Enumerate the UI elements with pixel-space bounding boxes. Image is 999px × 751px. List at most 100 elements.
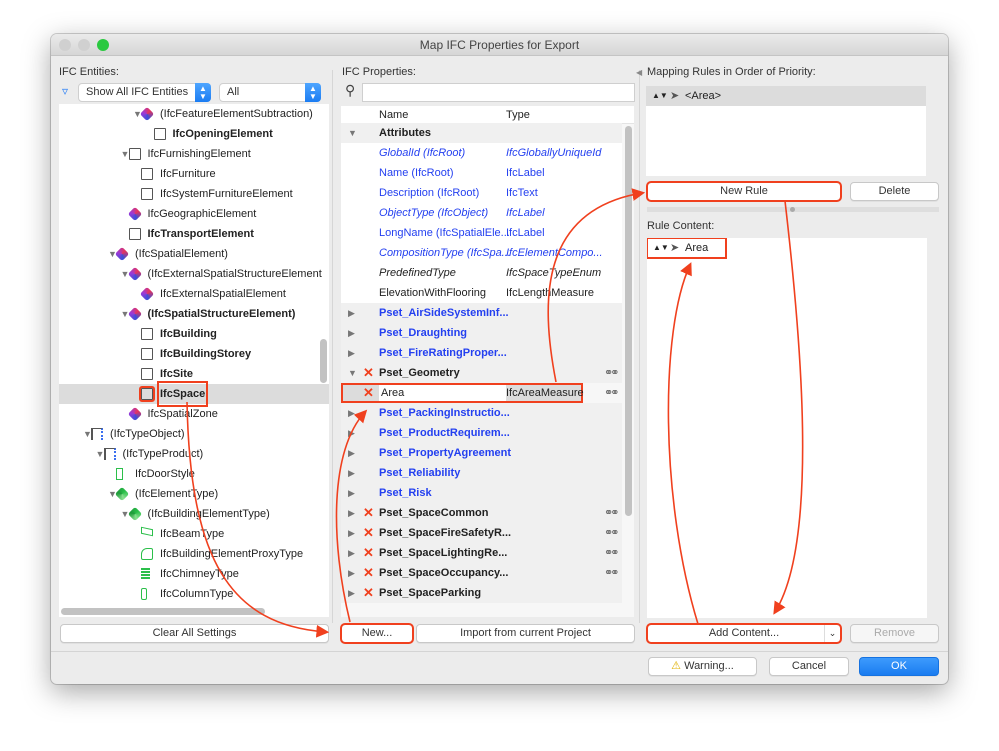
expand-arrow-icon[interactable]: ▶	[348, 563, 355, 583]
tree-item[interactable]: IfcSpatialZone	[59, 404, 329, 424]
entity-filter-select[interactable]: Show All IFC Entities ▲ ▼	[78, 83, 211, 102]
tree-item[interactable]: IfcExternalSpatialElement	[59, 284, 329, 304]
property-group-row[interactable]: ▶ ✕ Pset_SpaceLightingRe... ⚭⚭	[341, 543, 622, 563]
expand-arrow-icon[interactable]: ▶	[348, 463, 355, 483]
column-header-name[interactable]: Name	[379, 109, 408, 121]
property-row[interactable]: PredefinedType IfcSpaceTypeEnum	[341, 263, 622, 283]
tree-item[interactable]: IfcGeographicElement	[59, 204, 329, 224]
ifc-entity-tree[interactable]: ▼ (IfcFeatureElementSubtraction) IfcOpenin…	[59, 104, 329, 617]
property-group-row[interactable]: ▶ Pset_AirSideSystemInf...	[341, 303, 622, 323]
tree-item[interactable]: IfcFurniture	[59, 164, 329, 184]
tree-item[interactable]: IfcSpace	[59, 381, 329, 407]
collapse-arrow-icon[interactable]: ◀	[636, 68, 642, 77]
property-group-row[interactable]: ▶ Pset_FireRatingProper...	[341, 343, 622, 363]
rule-content-item[interactable]: ▲▼ ➤ Area	[647, 238, 727, 259]
tree-item[interactable]: IfcOpeningElement	[59, 124, 329, 144]
delete-x-icon[interactable]: ✕	[363, 363, 374, 383]
collapse-arrow-icon[interactable]: ▼	[348, 363, 357, 383]
zoom-window-button[interactable]	[97, 39, 109, 51]
entity-scope-select[interactable]: All ▲ ▼	[219, 83, 321, 102]
tree-horizontal-scrollbar[interactable]	[61, 608, 265, 615]
property-group-row[interactable]: ▼ Attributes	[341, 123, 622, 143]
delete-x-icon[interactable]: ✕	[363, 543, 374, 563]
property-search-input[interactable]	[362, 83, 635, 102]
new-property-button[interactable]: New...	[340, 623, 414, 644]
tree-item[interactable]: IfcTransportElement	[59, 224, 329, 244]
import-from-project-button[interactable]: Import from current Project	[416, 624, 635, 643]
cancel-button[interactable]: Cancel	[769, 657, 849, 676]
expand-arrow-icon[interactable]: ▶	[348, 503, 355, 523]
expand-arrow-icon[interactable]: ▶	[348, 543, 355, 563]
expand-arrow-icon[interactable]: ▶	[348, 443, 355, 463]
tree-item[interactable]: ▼ (IfcElementType)	[59, 484, 329, 504]
column-header-type[interactable]: Type	[506, 109, 530, 121]
tree-vertical-scrollbar[interactable]	[320, 339, 327, 383]
property-group-row[interactable]: ▶ Pset_Reliability	[341, 463, 622, 483]
tree-item[interactable]: IfcSystemFurnitureElement	[59, 184, 329, 204]
tree-item[interactable]: ▼ (IfcSpatialElement)	[59, 244, 329, 264]
tree-item[interactable]: ▼ IfcFurnishingElement	[59, 144, 329, 164]
delete-x-icon[interactable]: ✕	[363, 583, 374, 603]
tree-item[interactable]: ▼ (IfcSpatialStructureElement)	[59, 304, 329, 324]
expand-arrow-icon[interactable]: ▶	[348, 583, 355, 603]
property-vertical-scrollbar[interactable]	[625, 126, 632, 516]
property-row[interactable]: ✕ Area IfcAreaMeasure ⚭⚭	[341, 383, 620, 403]
property-group-row[interactable]: ▼ ✕ Pset_Geometry ⚭⚭	[341, 363, 622, 383]
tree-item[interactable]: IfcColumnType	[59, 584, 329, 604]
rules-splitter[interactable]	[647, 207, 939, 212]
expand-arrow-icon[interactable]: ▶	[348, 323, 355, 343]
tree-item[interactable]: IfcBuildingStorey	[59, 344, 329, 364]
tree-item[interactable]: IfcBeamType	[59, 524, 329, 544]
new-rule-button[interactable]: New Rule	[646, 181, 842, 202]
collapse-arrow-icon[interactable]: ▼	[348, 123, 357, 143]
tree-item[interactable]: ▼ (IfcBuildingElementType)	[59, 504, 329, 524]
property-group-row[interactable]: ▶ Pset_PropertyAgreement	[341, 443, 622, 463]
tree-item[interactable]: ▼ (IfcFeatureElementSubtraction)	[59, 104, 329, 124]
add-content-button[interactable]: Add Content... ⌄	[646, 623, 842, 644]
delete-x-icon[interactable]: ✕	[363, 383, 374, 403]
tree-item[interactable]: IfcBuildingElementProxyType	[59, 544, 329, 564]
expand-arrow-icon[interactable]: ▶	[348, 403, 355, 423]
property-group-row[interactable]: ▶ Pset_Risk	[341, 483, 622, 503]
expand-arrow-icon[interactable]: ▶	[348, 483, 355, 503]
expand-arrow-icon[interactable]: ▶	[348, 523, 355, 543]
ok-button[interactable]: OK	[859, 657, 939, 676]
delete-rule-button[interactable]: Delete	[850, 182, 939, 201]
drag-handle-icon[interactable]: ▲▼	[653, 238, 669, 258]
tree-item[interactable]: ▼ (IfcExternalSpatialStructureElement	[59, 264, 329, 284]
tree-item[interactable]: IfcBuilding	[59, 324, 329, 344]
drag-handle-icon[interactable]: ▲▼	[652, 86, 668, 106]
warning-button[interactable]: ⚠ Warning...	[648, 657, 757, 676]
property-group-row[interactable]: ▶ Pset_PackingInstructio...	[341, 403, 622, 423]
tree-item[interactable]: ▼ (IfcTypeObject)	[59, 424, 329, 444]
clear-all-settings-button[interactable]: Clear All Settings	[60, 624, 329, 643]
property-group-row[interactable]: ▶ ✕ Pset_SpaceFireSafetyR... ⚭⚭	[341, 523, 622, 543]
property-row[interactable]: GlobalId (IfcRoot) IfcGloballyUniqueId	[341, 143, 622, 163]
tree-item[interactable]: IfcDoorStyle	[59, 464, 329, 484]
delete-x-icon[interactable]: ✕	[363, 503, 374, 523]
close-window-button[interactable]	[59, 39, 71, 51]
delete-x-icon[interactable]: ✕	[363, 563, 374, 583]
splitter-right[interactable]	[639, 70, 640, 623]
expand-arrow-icon[interactable]: ▶	[348, 303, 355, 323]
property-group-row[interactable]: ▶ Pset_Draughting	[341, 323, 622, 343]
minimize-window-button[interactable]	[78, 39, 90, 51]
mapping-rule-item[interactable]: ▲▼ ➤ <Area>	[646, 86, 926, 106]
tree-item[interactable]: ▼ (IfcTypeProduct)	[59, 444, 329, 464]
expand-arrow-icon[interactable]: ▶	[348, 343, 355, 363]
property-group-row[interactable]: ▶ ✕ Pset_SpaceOccupancy... ⚭⚭	[341, 563, 622, 583]
property-group-row[interactable]: ▶ Pset_ProductRequirem...	[341, 423, 622, 443]
property-row[interactable]: ElevationWithFlooring IfcLengthMeasure	[341, 283, 622, 303]
remove-content-button[interactable]: Remove	[850, 624, 939, 643]
tree-item[interactable]: IfcChimneyType	[59, 564, 329, 584]
property-row[interactable]: CompositionType (IfcSpa... IfcElementComp…	[341, 243, 622, 263]
property-row[interactable]: Name (IfcRoot) IfcLabel	[341, 163, 622, 183]
tree-item[interactable]: IfcSite	[59, 364, 329, 384]
expand-arrow-icon[interactable]: ▶	[348, 423, 355, 443]
delete-x-icon[interactable]: ✕	[363, 523, 374, 543]
splitter-left[interactable]	[332, 70, 333, 623]
property-row[interactable]: ObjectType (IfcObject) IfcLabel	[341, 203, 622, 223]
property-row[interactable]: Description (IfcRoot) IfcText	[341, 183, 622, 203]
property-row[interactable]: LongName (IfcSpatialEle... IfcLabel	[341, 223, 622, 243]
property-name-input[interactable]: Area	[379, 385, 506, 401]
